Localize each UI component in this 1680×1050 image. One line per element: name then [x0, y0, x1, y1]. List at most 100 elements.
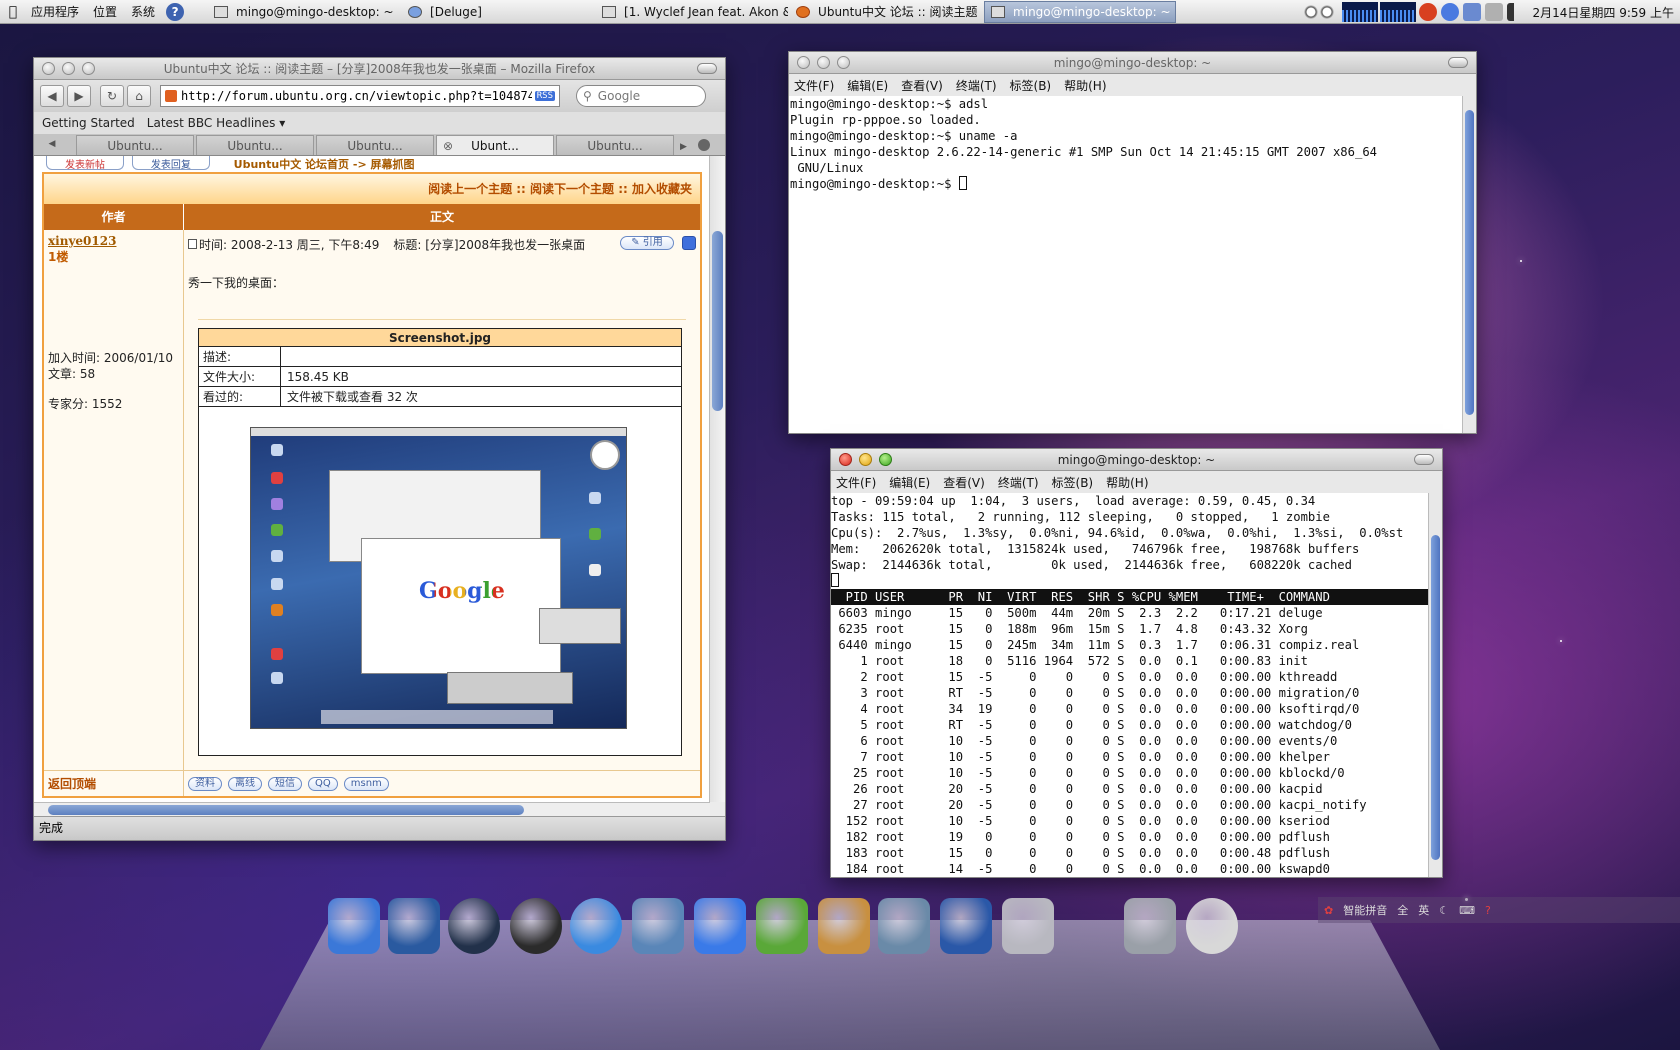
menu-edit[interactable]: 编辑(E) [889, 474, 930, 491]
close-button[interactable] [839, 453, 852, 466]
ichat-icon[interactable] [694, 898, 746, 954]
bookmark-bbc-headlines[interactable]: Latest BBC Headlines ▾ [147, 116, 285, 130]
safari-icon[interactable] [570, 898, 622, 954]
toolbar-toggle-button[interactable] [697, 63, 717, 74]
taskbar-item-music-player[interactable]: [1. Wyclef Jean feat. Akon &... [596, 1, 788, 23]
time-machine-icon[interactable] [448, 898, 500, 954]
terminal-scrollbar[interactable] [1462, 96, 1476, 433]
keyboard-icon[interactable] [1484, 3, 1503, 21]
terminal-output[interactable]: mingo@mingo-desktop:~$ adsl Plugin rp-ppp… [789, 96, 1462, 433]
menu-applications[interactable]: 应用程序 [24, 3, 86, 20]
home-button[interactable]: ⌂ [127, 85, 151, 107]
maximize-button[interactable] [879, 453, 892, 466]
network-monitor-graph[interactable] [1379, 2, 1416, 22]
menu-help[interactable]: 帮助(H) [1064, 77, 1106, 94]
help-icon[interactable]: ? [166, 2, 185, 21]
minimize-button[interactable] [817, 56, 830, 69]
bookmark-getting-started[interactable]: Getting Started [42, 116, 135, 130]
back-to-top-link[interactable]: 返回顶端 [44, 771, 184, 796]
breadcrumb[interactable]: Ubuntu中文 论坛首页 -> 屏幕抓图 [234, 156, 415, 172]
terminal-titlebar[interactable]: mingo@mingo-desktop: ~ [789, 52, 1476, 74]
mail-at-icon[interactable] [1002, 898, 1054, 954]
menu-view[interactable]: 查看(V) [943, 474, 985, 491]
screenshot-thumbnail[interactable]: Google [250, 427, 627, 729]
tab-close-icon[interactable]: ⊗ [443, 136, 453, 156]
author-name-link[interactable]: xinye0123 [48, 234, 179, 248]
finder-icon[interactable] [328, 898, 380, 954]
water-drop-icon[interactable] [1440, 3, 1459, 21]
ime-mode[interactable]: 智能拼音 [1343, 902, 1387, 918]
ime-help-icon[interactable]: ? [1485, 904, 1491, 917]
scrollbar-thumb[interactable] [712, 231, 723, 411]
taskbar-item-terminal[interactable]: mingo@mingo-desktop: ~ [208, 1, 400, 23]
itunes-icon[interactable] [756, 898, 808, 954]
dashboard-icon[interactable] [510, 898, 562, 954]
scrollbar-thumb[interactable] [1465, 110, 1474, 415]
panel-clock[interactable]: 2月14日星期四 9:59 上午 [1533, 4, 1674, 21]
quote-button[interactable]: ✎ 引用 [620, 236, 674, 250]
clock-icon[interactable] [1186, 898, 1238, 954]
pm-button[interactable]: 短信 [268, 776, 302, 791]
msn-button[interactable]: msnm [343, 776, 389, 791]
taskbar-item-terminal-active[interactable]: mingo@mingo-desktop: ~ [984, 0, 1177, 23]
maximize-button[interactable] [82, 62, 95, 75]
menu-system[interactable]: 系统 [124, 3, 162, 20]
terminal-titlebar[interactable]: mingo@mingo-desktop: ~ [831, 449, 1442, 471]
minimize-button[interactable] [859, 453, 872, 466]
ime-logo-icon[interactable]: ✿ [1324, 904, 1333, 917]
edit-post-icon[interactable] [682, 236, 696, 250]
iphoto-icon[interactable] [818, 898, 870, 954]
rss-feed-icon[interactable]: RSS [534, 91, 555, 101]
tab-list-icon[interactable] [698, 139, 710, 151]
top-output[interactable]: top - 09:59:04 up 1:04, 3 users, load av… [831, 493, 1429, 877]
new-topic-button[interactable]: 发表新帖 [46, 156, 124, 171]
tab-scroll-left-button[interactable]: ◀ [42, 136, 62, 154]
forward-button[interactable]: ▶ [67, 85, 91, 107]
tab-1[interactable]: Ubuntu... [76, 135, 194, 155]
cpu-monitor-graph[interactable] [1341, 2, 1378, 22]
menu-file[interactable]: 文件(F) [794, 77, 834, 94]
tab-2[interactable]: Ubuntu... [196, 135, 314, 155]
toolbar-toggle-button[interactable] [1448, 57, 1468, 68]
mail-stamp-icon[interactable] [632, 898, 684, 954]
ime-language[interactable]: 英 [1418, 902, 1429, 918]
menu-terminal[interactable]: 终端(T) [956, 77, 997, 94]
toolbar-toggle-button[interactable] [1414, 454, 1434, 465]
minimize-button[interactable] [62, 62, 75, 75]
tab-scroll-right-icon[interactable]: ▶ [680, 142, 694, 152]
network-icon[interactable] [1462, 3, 1481, 21]
url-bar[interactable]: http://forum.ubuntu.org.cn/viewtopic.php… [160, 85, 560, 107]
taskbar-item-firefox[interactable]: Ubuntu中文 论坛 :: 阅读主题 ... [790, 1, 982, 23]
ime-punctuation-icon[interactable]: ☾ [1439, 904, 1449, 917]
menu-tabs[interactable]: 标签(B) [1010, 77, 1052, 94]
back-button[interactable]: ◀ [40, 85, 64, 107]
imovie-icon[interactable] [940, 898, 992, 954]
menu-tabs[interactable]: 标签(B) [1052, 474, 1094, 491]
taskbar-item-deluge[interactable]: [Deluge] [402, 1, 594, 23]
eyes-applet-icon[interactable] [1298, 3, 1339, 21]
ime-keyboard-icon[interactable]: ⌨ [1459, 904, 1475, 917]
maximize-button[interactable] [837, 56, 850, 69]
search-input[interactable]: ⚲ Google [576, 85, 706, 107]
scrollbar-thumb[interactable] [1431, 535, 1440, 860]
tab-3[interactable]: Ubuntu... [316, 135, 434, 155]
ime-fullwidth[interactable]: 全 [1397, 902, 1408, 918]
close-button[interactable] [42, 62, 55, 75]
trash-icon[interactable] [1124, 898, 1176, 954]
menu-view[interactable]: 查看(V) [901, 77, 943, 94]
apple-menu-icon[interactable]:  [2, 4, 24, 20]
page-vertical-scrollbar[interactable] [709, 156, 725, 802]
scrollbar-thumb[interactable] [48, 805, 524, 815]
close-button[interactable] [797, 56, 810, 69]
menu-help[interactable]: 帮助(H) [1106, 474, 1148, 491]
reload-button[interactable]: ↻ [100, 85, 124, 107]
spaces-icon[interactable] [388, 898, 440, 954]
offline-button[interactable]: 离线 [228, 776, 262, 791]
power-icon[interactable] [1418, 3, 1437, 21]
menu-places[interactable]: 位置 [86, 3, 124, 20]
tab-5[interactable]: Ubuntu... [556, 135, 674, 155]
qq-button[interactable]: QQ [308, 776, 338, 791]
menu-terminal[interactable]: 终端(T) [998, 474, 1039, 491]
page-horizontal-scrollbar[interactable] [34, 802, 710, 816]
profile-button[interactable]: 资料 [188, 776, 222, 791]
